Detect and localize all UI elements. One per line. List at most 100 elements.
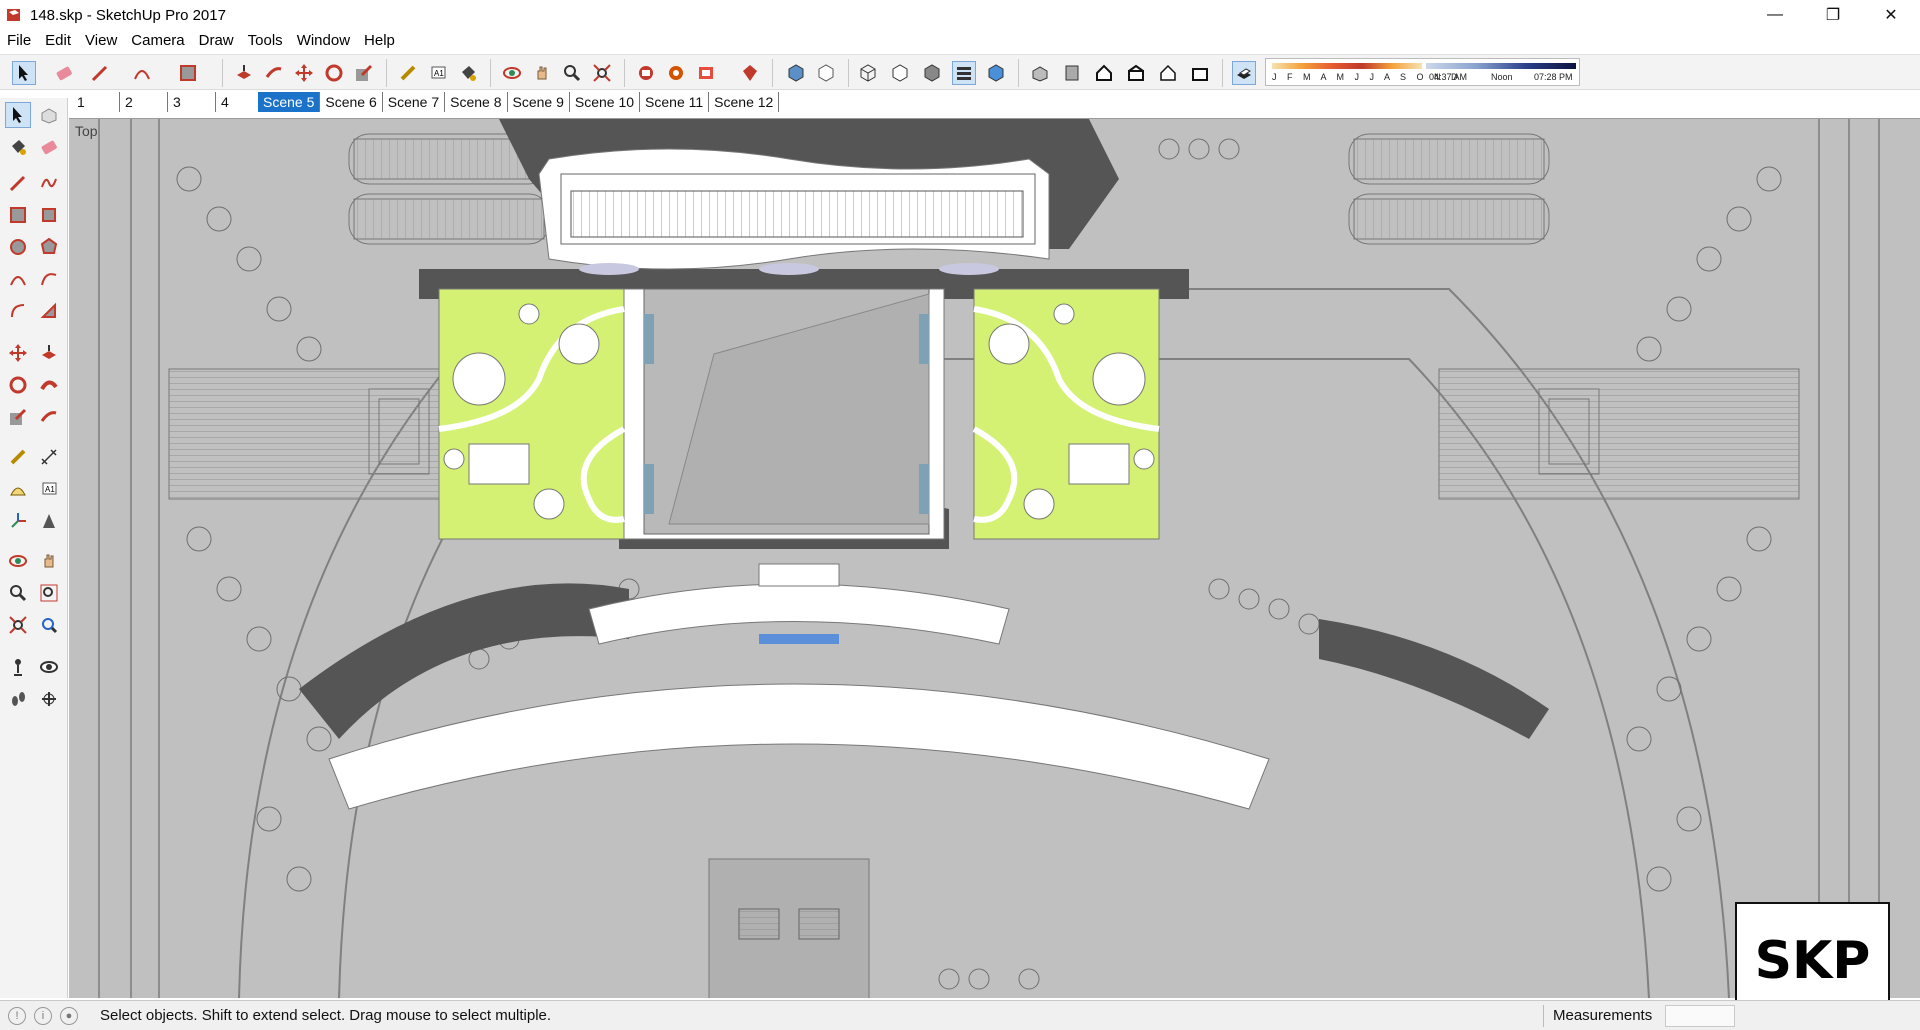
menu-view[interactable]: View [78, 30, 124, 52]
paint-bucket-icon[interactable] [456, 61, 480, 85]
user-account-icon[interactable]: ● [60, 1006, 78, 1025]
select-tool-icon[interactable] [12, 61, 36, 85]
palette-pushpull-icon[interactable] [36, 340, 62, 366]
monochrome-icon[interactable] [984, 61, 1008, 85]
scene-tab-6[interactable]: Scene 6 [320, 92, 383, 112]
menu-tools[interactable]: Tools [241, 30, 290, 52]
palette-paint-icon[interactable] [5, 134, 31, 160]
palette-line-icon[interactable] [5, 170, 31, 196]
left-view-icon[interactable] [1188, 61, 1212, 85]
wireframe-icon[interactable] [856, 61, 880, 85]
scene-tab-11[interactable]: Scene 11 [640, 92, 710, 112]
palette-text-icon[interactable]: A1 [36, 476, 62, 502]
palette-section-icon[interactable] [36, 686, 62, 712]
palette-arc-icon[interactable] [5, 266, 31, 292]
scene-tab-8[interactable]: Scene 8 [445, 92, 508, 112]
time-slider-bar[interactable] [1426, 63, 1576, 69]
palette-followme-icon[interactable] [36, 372, 62, 398]
front-view-icon[interactable] [1092, 61, 1116, 85]
rotate-icon[interactable] [322, 61, 346, 85]
palette-move-icon[interactable] [5, 340, 31, 366]
zoom-icon[interactable] [560, 61, 584, 85]
palette-component-icon[interactable] [36, 102, 62, 128]
scene-tab-9[interactable]: Scene 9 [508, 92, 570, 112]
line-tool-icon[interactable] [88, 61, 112, 85]
menu-window[interactable]: Window [290, 30, 357, 52]
palette-zoom-extents-icon[interactable] [5, 612, 31, 638]
share-component-icon[interactable] [694, 61, 718, 85]
palette-rotate-icon[interactable] [5, 372, 31, 398]
back-view-icon[interactable] [1156, 61, 1180, 85]
menu-edit[interactable]: Edit [38, 30, 78, 52]
palette-rectangle-icon[interactable] [5, 202, 31, 228]
scene-tab-5[interactable]: Scene 5 [258, 92, 321, 112]
palette-2pt-arc-icon[interactable] [36, 266, 62, 292]
menu-file[interactable]: File [0, 30, 38, 52]
palette-polygon-icon[interactable] [36, 234, 62, 260]
eraser-tool-icon[interactable] [52, 61, 76, 85]
measurements-input[interactable] [1665, 1005, 1735, 1027]
palette-zoom-window-icon[interactable] [36, 580, 62, 606]
scale-icon[interactable] [352, 61, 376, 85]
palette-zoom-icon[interactable] [5, 580, 31, 606]
menu-help[interactable]: Help [357, 30, 402, 52]
top-view-icon[interactable] [1060, 61, 1084, 85]
orbit-icon[interactable] [500, 61, 524, 85]
palette-3dtext-icon[interactable] [36, 508, 62, 534]
scene-tab-7[interactable]: Scene 7 [383, 92, 446, 112]
warehouse-icon[interactable] [634, 61, 658, 85]
right-view-icon[interactable] [1124, 61, 1148, 85]
palette-protractor-icon[interactable] [5, 476, 31, 502]
maximize-button[interactable]: ❐ [1804, 0, 1862, 30]
palette-previous-view-icon[interactable] [36, 612, 62, 638]
credits-icon[interactable]: i [34, 1006, 52, 1025]
back-edges-icon[interactable] [814, 61, 838, 85]
offset-icon[interactable] [262, 61, 286, 85]
push-pull-icon[interactable] [232, 61, 256, 85]
palette-tape-icon[interactable] [5, 444, 31, 470]
shaded-icon[interactable] [920, 61, 944, 85]
palette-rotated-rect-icon[interactable] [36, 202, 62, 228]
hidden-line-icon[interactable] [888, 61, 912, 85]
scene-tab-1[interactable]: 1 [72, 92, 120, 112]
share-model-icon[interactable] [664, 61, 688, 85]
iso-view-icon[interactable] [1028, 61, 1052, 85]
shaded-textures-icon[interactable] [952, 61, 976, 85]
palette-circle-icon[interactable] [5, 234, 31, 260]
menu-camera[interactable]: Camera [124, 30, 191, 52]
date-slider-bar[interactable] [1272, 63, 1422, 69]
shape-tool-icon[interactable] [176, 61, 200, 85]
arc-tool-icon[interactable] [130, 61, 154, 85]
geo-location-icon[interactable]: ! [8, 1006, 26, 1025]
palette-3pt-arc-icon[interactable] [5, 298, 31, 324]
tape-measure-icon[interactable] [396, 61, 420, 85]
xray-style-icon[interactable] [784, 61, 808, 85]
minimize-button[interactable]: — [1746, 0, 1804, 30]
model-viewport[interactable]: Top [69, 118, 1920, 998]
move-icon[interactable] [292, 61, 316, 85]
palette-walk-icon[interactable] [5, 686, 31, 712]
zoom-extents-icon[interactable] [590, 61, 614, 85]
close-button[interactable]: ✕ [1862, 0, 1920, 30]
menu-draw[interactable]: Draw [192, 30, 241, 52]
palette-dimension-icon[interactable] [36, 444, 62, 470]
pan-icon[interactable] [530, 61, 554, 85]
scene-tab-2[interactable]: 2 [120, 92, 168, 112]
text-tool-icon[interactable]: A1 [426, 61, 450, 85]
shadows-toggle-icon[interactable] [1232, 61, 1256, 85]
palette-pie-icon[interactable] [36, 298, 62, 324]
palette-scale-icon[interactable] [5, 404, 31, 430]
palette-eraser-icon[interactable] [36, 134, 62, 160]
palette-position-camera-icon[interactable] [5, 654, 31, 680]
palette-offset-icon[interactable] [36, 404, 62, 430]
scene-tab-10[interactable]: Scene 10 [570, 92, 641, 112]
scene-tab-3[interactable]: 3 [168, 92, 216, 112]
palette-pan-icon[interactable] [36, 548, 62, 574]
palette-orbit-icon[interactable] [5, 548, 31, 574]
scene-tab-4[interactable]: 4 [216, 92, 258, 112]
palette-axes-icon[interactable] [5, 508, 31, 534]
palette-freehand-icon[interactable] [36, 170, 62, 196]
palette-select-icon[interactable] [5, 102, 31, 128]
scene-tab-12[interactable]: Scene 12 [709, 92, 780, 112]
palette-look-around-icon[interactable] [36, 654, 62, 680]
